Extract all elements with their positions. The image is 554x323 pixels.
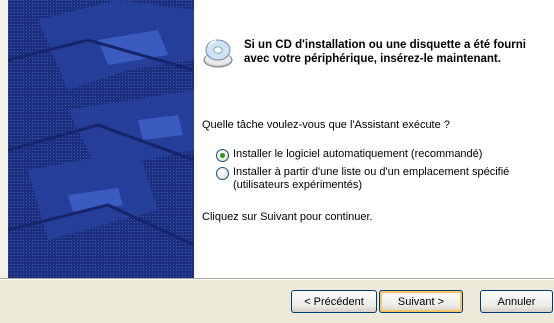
task-question: Quelle tâche voulez-vous que l'Assistant… <box>202 119 450 131</box>
banner-artwork <box>8 0 194 278</box>
instruction-heading: Si un CD d'installation ou une disquette… <box>244 39 526 65</box>
continue-hint: Cliquez sur Suivant pour continuer. <box>202 211 373 223</box>
radio-selected-icon[interactable] <box>216 149 229 162</box>
next-button[interactable]: Suivant > <box>379 290 463 313</box>
cd-disk-icon <box>203 39 233 68</box>
option-label: Installer à partir d'une liste ou d'un e… <box>233 166 510 191</box>
hardware-wizard-window: Si un CD d'installation ou une disquette… <box>0 0 554 323</box>
cancel-button[interactable]: Annuler <box>480 290 553 313</box>
option-install-from-list[interactable]: Installer à partir d'une liste ou d'un e… <box>216 166 553 192</box>
previous-button[interactable]: < Précédent <box>291 290 377 313</box>
wizard-content-panel: Si un CD d'installation ou une disquette… <box>194 0 554 278</box>
wizard-banner-graphic <box>8 0 194 278</box>
option-install-automatically[interactable]: Installer le logiciel automatiquement (r… <box>216 148 553 162</box>
window-left-edge <box>0 0 8 278</box>
option-label: Installer le logiciel automatiquement (r… <box>233 148 483 160</box>
radio-unselected-icon[interactable] <box>216 167 229 180</box>
wizard-footer <box>0 280 554 323</box>
